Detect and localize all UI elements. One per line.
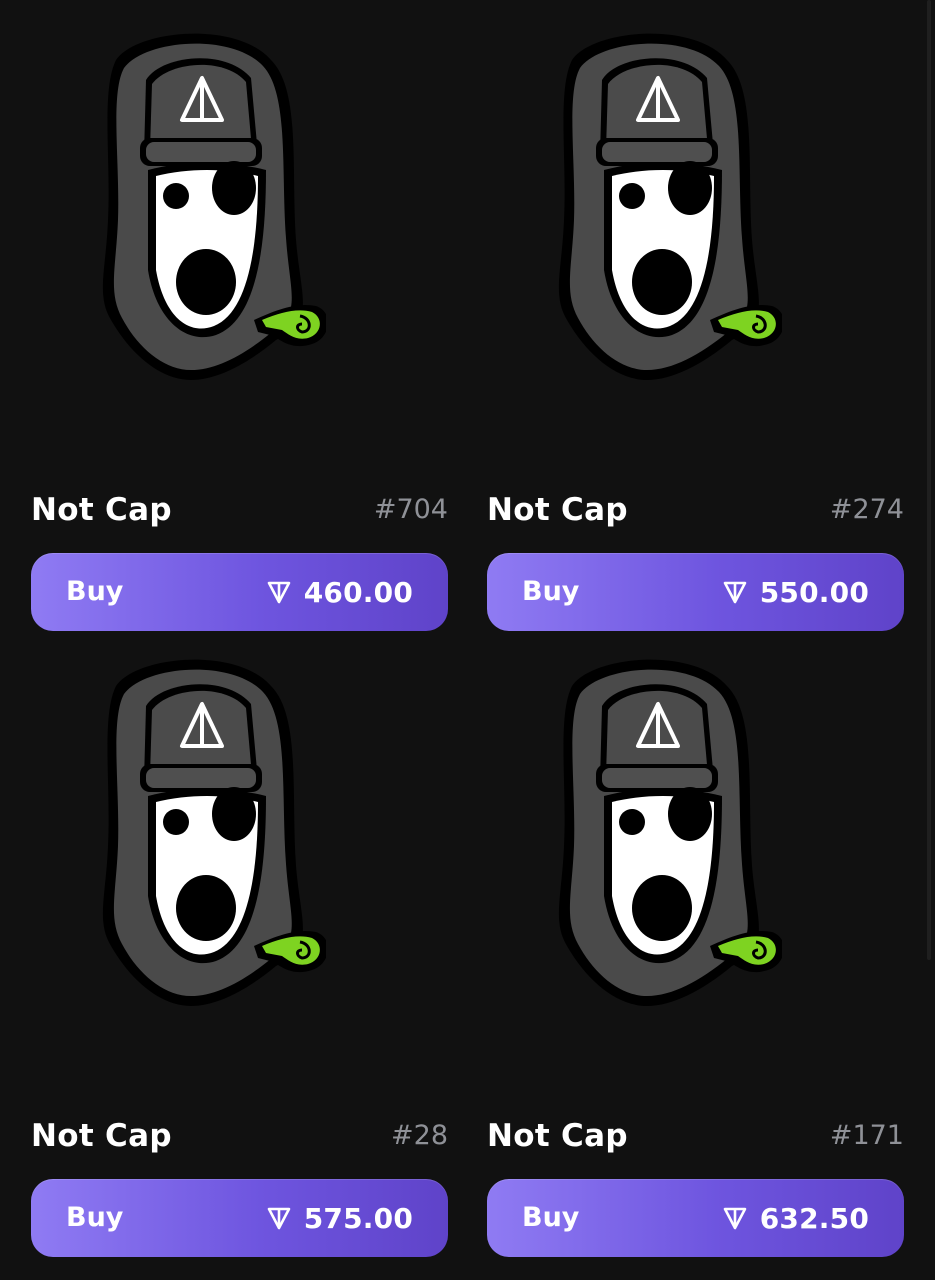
hooded-character-icon (558, 33, 782, 381)
nft-name: Not Cap (31, 1118, 172, 1154)
nft-meta: Not Cap #274 (487, 490, 904, 530)
nft-card[interactable]: Not Cap #171 Buy 632.50 (487, 646, 904, 1257)
price: 460.00 (266, 553, 413, 631)
nft-card[interactable]: Not Cap #704 Buy 460.00 (31, 20, 448, 631)
nft-image[interactable] (76, 646, 326, 1016)
nft-image[interactable] (532, 646, 782, 1016)
buy-label: Buy (522, 576, 580, 607)
nft-name: Not Cap (487, 492, 628, 528)
nft-image[interactable] (532, 20, 782, 390)
buy-button[interactable]: Buy 632.50 (487, 1179, 904, 1257)
price-value: 460.00 (303, 575, 413, 609)
nft-image[interactable] (76, 20, 326, 390)
buy-label: Buy (522, 1202, 580, 1233)
price: 575.00 (266, 1179, 413, 1257)
scrollbar[interactable] (927, 0, 931, 960)
nft-number: #274 (829, 494, 904, 525)
price: 550.00 (722, 553, 869, 631)
nft-card[interactable]: Not Cap #274 Buy 550.00 (487, 20, 904, 631)
buy-button[interactable]: Buy 550.00 (487, 553, 904, 631)
price-value: 550.00 (759, 575, 869, 609)
nft-meta: Not Cap #28 (31, 1116, 448, 1156)
buy-button[interactable]: Buy 575.00 (31, 1179, 448, 1257)
nft-name: Not Cap (31, 492, 172, 528)
nft-card[interactable]: Not Cap #28 Buy 575.00 (31, 646, 448, 1257)
ton-icon (267, 1207, 291, 1230)
nft-meta: Not Cap #171 (487, 1116, 904, 1156)
nft-number: #171 (829, 1120, 904, 1151)
ton-icon (723, 1207, 747, 1230)
hooded-character-icon (102, 659, 326, 1006)
hooded-character-icon (558, 659, 782, 1006)
ton-icon (723, 581, 747, 604)
buy-label: Buy (66, 576, 124, 607)
buy-button[interactable]: Buy 460.00 (31, 553, 448, 631)
buy-label: Buy (66, 1202, 124, 1233)
price-value: 575.00 (303, 1201, 413, 1235)
price-value: 632.50 (759, 1201, 869, 1235)
nft-grid: Not Cap #704 Buy 460.00 Not Cap #274 Buy… (0, 0, 935, 1280)
price: 632.50 (722, 1179, 869, 1257)
nft-meta: Not Cap #704 (31, 490, 448, 530)
nft-name: Not Cap (487, 1118, 628, 1154)
hooded-character-icon (102, 33, 326, 381)
nft-number: #704 (373, 494, 448, 525)
nft-number: #28 (391, 1120, 448, 1151)
ton-icon (267, 581, 291, 604)
